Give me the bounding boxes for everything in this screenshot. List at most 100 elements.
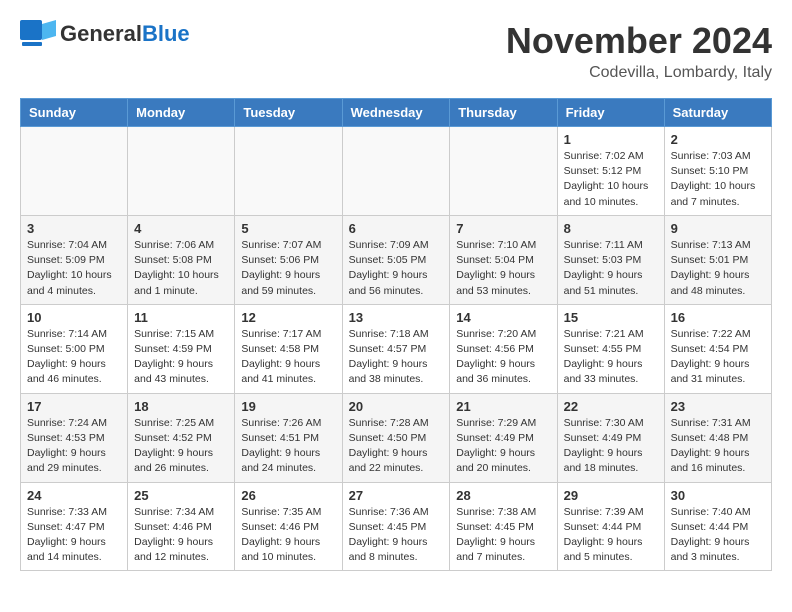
day-info: Sunrise: 7:02 AM Sunset: 5:12 PM Dayligh… (564, 149, 658, 210)
day-info: Sunrise: 7:15 AM Sunset: 4:59 PM Dayligh… (134, 327, 228, 388)
calendar-cell: 20 Sunrise: 7:28 AM Sunset: 4:50 PM Dayli… (342, 393, 450, 482)
day-number: 14 (456, 310, 550, 325)
calendar-cell: 16 Sunrise: 7:22 AM Sunset: 4:54 PM Dayli… (664, 304, 771, 393)
calendar-cell: 2Sunrise: 7:03 AM Sunset: 5:10 PM Daylig… (664, 127, 771, 216)
day-info: Sunrise: 7:36 AM Sunset: 4:45 PM Dayligh… (349, 505, 444, 566)
day-number: 25 (134, 488, 228, 503)
calendar-cell: 6Sunrise: 7:09 AM Sunset: 5:05 PM Daylig… (342, 215, 450, 304)
day-number: 5 (241, 221, 335, 236)
calendar-cell: 30 Sunrise: 7:40 AM Sunset: 4:44 PM Dayli… (664, 482, 771, 571)
calendar: SundayMondayTuesdayWednesdayThursdayFrid… (20, 98, 772, 571)
day-info: Sunrise: 7:40 AM Sunset: 4:44 PM Dayligh… (671, 505, 765, 566)
day-number: 19 (241, 399, 335, 414)
day-info: Sunrise: 7:21 AM Sunset: 4:55 PM Dayligh… (564, 327, 658, 388)
calendar-cell: 14 Sunrise: 7:20 AM Sunset: 4:56 PM Dayli… (450, 304, 557, 393)
calendar-cell: 17Sunrise: 7:24 AM Sunset: 4:53 PM Dayli… (21, 393, 128, 482)
day-number: 18 (134, 399, 228, 414)
day-info: Sunrise: 7:28 AM Sunset: 4:50 PM Dayligh… (349, 416, 444, 477)
calendar-cell: 1 Sunrise: 7:02 AM Sunset: 5:12 PM Daylig… (557, 127, 664, 216)
day-info: Sunrise: 7:17 AM Sunset: 4:58 PM Dayligh… (241, 327, 335, 388)
calendar-cell (128, 127, 235, 216)
day-info: Sunrise: 7:22 AM Sunset: 4:54 PM Dayligh… (671, 327, 765, 388)
day-number: 26 (241, 488, 335, 503)
calendar-week-row: 10 Sunrise: 7:14 AM Sunset: 5:00 PM Dayli… (21, 304, 772, 393)
day-info: Sunrise: 7:26 AM Sunset: 4:51 PM Dayligh… (241, 416, 335, 477)
calendar-cell (235, 127, 342, 216)
calendar-cell: 28 Sunrise: 7:38 AM Sunset: 4:45 PM Dayli… (450, 482, 557, 571)
calendar-cell (342, 127, 450, 216)
calendar-cell (450, 127, 557, 216)
calendar-cell: 22Sunrise: 7:30 AM Sunset: 4:49 PM Dayli… (557, 393, 664, 482)
day-info: Sunrise: 7:04 AM Sunset: 5:09 PM Dayligh… (27, 238, 121, 299)
day-info: Sunrise: 7:30 AM Sunset: 4:49 PM Dayligh… (564, 416, 658, 477)
day-number: 24 (27, 488, 121, 503)
day-info: Sunrise: 7:10 AM Sunset: 5:04 PM Dayligh… (456, 238, 550, 299)
calendar-cell: 19 Sunrise: 7:26 AM Sunset: 4:51 PM Dayli… (235, 393, 342, 482)
weekday-header: Tuesday (235, 99, 342, 127)
day-info: Sunrise: 7:18 AM Sunset: 4:57 PM Dayligh… (349, 327, 444, 388)
calendar-cell: 11Sunrise: 7:15 AM Sunset: 4:59 PM Dayli… (128, 304, 235, 393)
day-info: Sunrise: 7:34 AM Sunset: 4:46 PM Dayligh… (134, 505, 228, 566)
day-number: 20 (349, 399, 444, 414)
calendar-cell: 10 Sunrise: 7:14 AM Sunset: 5:00 PM Dayli… (21, 304, 128, 393)
calendar-cell: 8Sunrise: 7:11 AM Sunset: 5:03 PM Daylig… (557, 215, 664, 304)
weekday-header-row: SundayMondayTuesdayWednesdayThursdayFrid… (21, 99, 772, 127)
calendar-cell: 7 Sunrise: 7:10 AM Sunset: 5:04 PM Daylig… (450, 215, 557, 304)
day-info: Sunrise: 7:29 AM Sunset: 4:49 PM Dayligh… (456, 416, 550, 477)
calendar-cell: 27 Sunrise: 7:36 AM Sunset: 4:45 PM Dayli… (342, 482, 450, 571)
logo: GeneralBlue (20, 20, 190, 48)
day-number: 9 (671, 221, 765, 236)
calendar-cell: 25 Sunrise: 7:34 AM Sunset: 4:46 PM Dayli… (128, 482, 235, 571)
day-number: 30 (671, 488, 765, 503)
day-info: Sunrise: 7:25 AM Sunset: 4:52 PM Dayligh… (134, 416, 228, 477)
day-number: 16 (671, 310, 765, 325)
day-info: Sunrise: 7:13 AM Sunset: 5:01 PM Dayligh… (671, 238, 765, 299)
title-area: November 2024 Codevilla, Lombardy, Italy (506, 20, 772, 82)
logo-text: GeneralBlue (60, 21, 190, 46)
calendar-cell: 26 Sunrise: 7:35 AM Sunset: 4:46 PM Dayli… (235, 482, 342, 571)
calendar-week-row: 1 Sunrise: 7:02 AM Sunset: 5:12 PM Daylig… (21, 127, 772, 216)
calendar-cell: 15Sunrise: 7:21 AM Sunset: 4:55 PM Dayli… (557, 304, 664, 393)
calendar-cell: 29Sunrise: 7:39 AM Sunset: 4:44 PM Dayli… (557, 482, 664, 571)
day-number: 23 (671, 399, 765, 414)
day-info: Sunrise: 7:07 AM Sunset: 5:06 PM Dayligh… (241, 238, 335, 299)
day-number: 7 (456, 221, 550, 236)
day-info: Sunrise: 7:38 AM Sunset: 4:45 PM Dayligh… (456, 505, 550, 566)
calendar-cell: 12Sunrise: 7:17 AM Sunset: 4:58 PM Dayli… (235, 304, 342, 393)
month-title: November 2024 (506, 20, 772, 62)
calendar-cell: 24 Sunrise: 7:33 AM Sunset: 4:47 PM Dayli… (21, 482, 128, 571)
day-info: Sunrise: 7:39 AM Sunset: 4:44 PM Dayligh… (564, 505, 658, 566)
day-info: Sunrise: 7:14 AM Sunset: 5:00 PM Dayligh… (27, 327, 121, 388)
day-number: 1 (564, 132, 658, 147)
day-number: 27 (349, 488, 444, 503)
day-info: Sunrise: 7:20 AM Sunset: 4:56 PM Dayligh… (456, 327, 550, 388)
calendar-week-row: 3 Sunrise: 7:04 AM Sunset: 5:09 PM Daylig… (21, 215, 772, 304)
weekday-header: Thursday (450, 99, 557, 127)
calendar-cell: 4Sunrise: 7:06 AM Sunset: 5:08 PM Daylig… (128, 215, 235, 304)
calendar-cell: 9 Sunrise: 7:13 AM Sunset: 5:01 PM Daylig… (664, 215, 771, 304)
calendar-cell (21, 127, 128, 216)
day-number: 3 (27, 221, 121, 236)
day-number: 2 (671, 132, 765, 147)
day-info: Sunrise: 7:33 AM Sunset: 4:47 PM Dayligh… (27, 505, 121, 566)
header: GeneralBlue November 2024 Codevilla, Lom… (20, 20, 772, 82)
day-number: 10 (27, 310, 121, 325)
day-info: Sunrise: 7:06 AM Sunset: 5:08 PM Dayligh… (134, 238, 228, 299)
weekday-header: Friday (557, 99, 664, 127)
day-number: 13 (349, 310, 444, 325)
calendar-cell: 23 Sunrise: 7:31 AM Sunset: 4:48 PM Dayli… (664, 393, 771, 482)
calendar-cell: 3 Sunrise: 7:04 AM Sunset: 5:09 PM Daylig… (21, 215, 128, 304)
calendar-week-row: 17Sunrise: 7:24 AM Sunset: 4:53 PM Dayli… (21, 393, 772, 482)
day-info: Sunrise: 7:09 AM Sunset: 5:05 PM Dayligh… (349, 238, 444, 299)
day-number: 21 (456, 399, 550, 414)
calendar-cell: 5 Sunrise: 7:07 AM Sunset: 5:06 PM Daylig… (235, 215, 342, 304)
day-info: Sunrise: 7:35 AM Sunset: 4:46 PM Dayligh… (241, 505, 335, 566)
day-info: Sunrise: 7:31 AM Sunset: 4:48 PM Dayligh… (671, 416, 765, 477)
weekday-header: Sunday (21, 99, 128, 127)
day-number: 28 (456, 488, 550, 503)
day-info: Sunrise: 7:11 AM Sunset: 5:03 PM Dayligh… (564, 238, 658, 299)
weekday-header: Monday (128, 99, 235, 127)
calendar-cell: 18 Sunrise: 7:25 AM Sunset: 4:52 PM Dayli… (128, 393, 235, 482)
day-info: Sunrise: 7:24 AM Sunset: 4:53 PM Dayligh… (27, 416, 121, 477)
calendar-cell: 13 Sunrise: 7:18 AM Sunset: 4:57 PM Dayli… (342, 304, 450, 393)
